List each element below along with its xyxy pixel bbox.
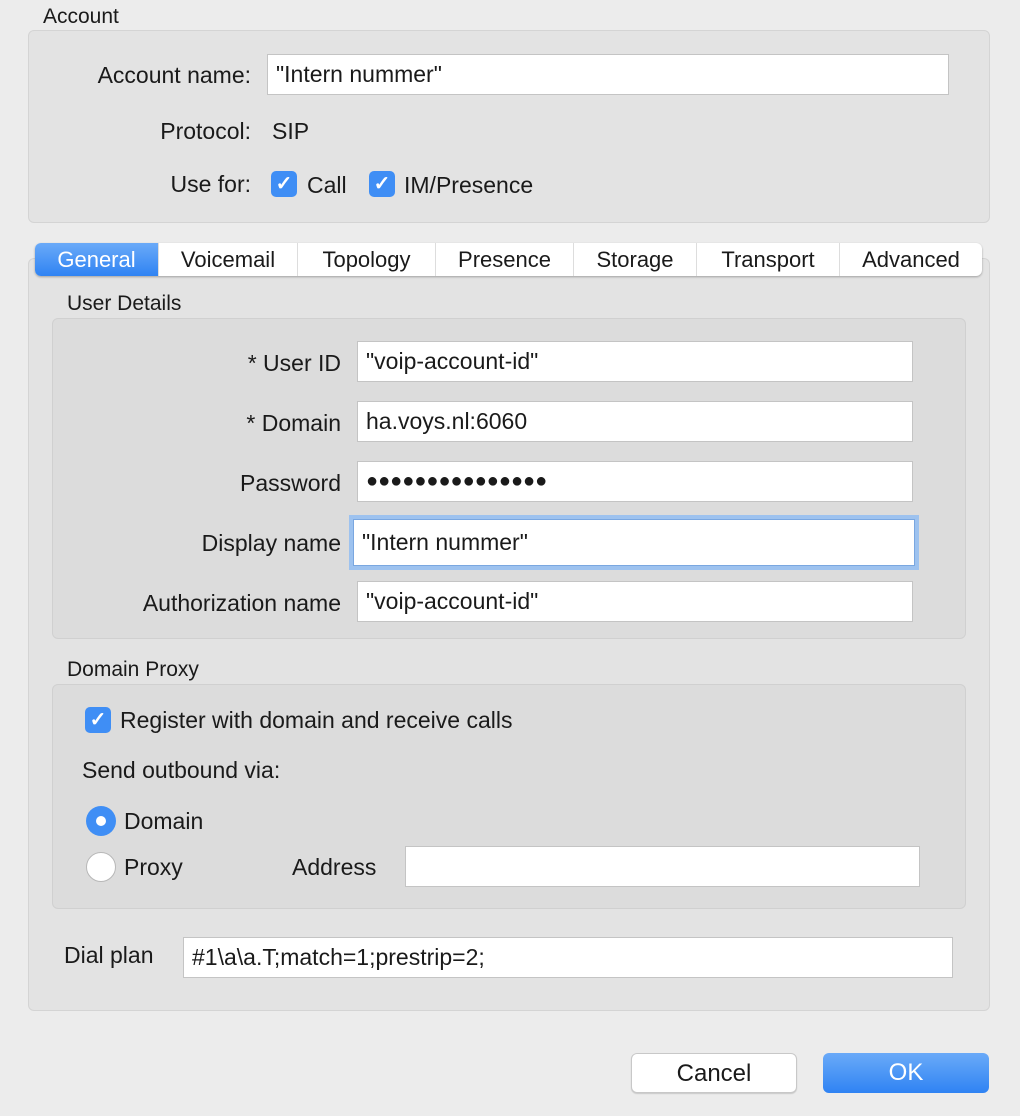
address-label: Address xyxy=(292,854,377,880)
dial-plan-label: Dial plan xyxy=(64,942,154,968)
display-name-input[interactable]: "Intern nummer" xyxy=(353,519,915,566)
domain-proxy-title: Domain Proxy xyxy=(67,658,199,681)
domain-radio-label: Domain xyxy=(124,808,204,834)
account-name-input[interactable]: "Intern nummer" xyxy=(267,54,949,95)
user-details-title: User Details xyxy=(67,292,182,315)
proxy-radio-label: Proxy xyxy=(124,854,183,880)
account-name-label: Account name: xyxy=(97,62,251,88)
im-presence-checkbox[interactable]: ✓ xyxy=(369,171,395,197)
im-presence-label: IM/Presence xyxy=(404,172,534,198)
account-section-title: Account xyxy=(43,5,119,28)
display-name-label: Display name xyxy=(201,530,341,556)
register-checkbox[interactable]: ✓ xyxy=(85,707,111,733)
authorization-name-input[interactable]: "voip-account-id" xyxy=(357,581,913,622)
password-input[interactable]: ●●●●●●●●●●●●●●● xyxy=(357,461,913,502)
send-outbound-label: Send outbound via: xyxy=(82,757,281,783)
authorization-name-label: Authorization name xyxy=(142,590,341,616)
ok-button[interactable]: OK xyxy=(823,1053,989,1093)
tab-general[interactable]: General xyxy=(35,243,159,276)
tab-transport[interactable]: Transport xyxy=(697,243,840,276)
tab-topology[interactable]: Topology xyxy=(298,243,436,276)
tab-advanced[interactable]: Advanced xyxy=(840,243,982,276)
domain-label: * Domain xyxy=(246,410,341,436)
tab-presence[interactable]: Presence xyxy=(436,243,574,276)
cancel-button[interactable]: Cancel xyxy=(631,1053,797,1093)
register-label: Register with domain and receive calls xyxy=(120,707,513,733)
call-checkbox[interactable]: ✓ xyxy=(271,171,297,197)
tab-bar: General Voicemail Topology Presence Stor… xyxy=(35,243,982,276)
call-label: Call xyxy=(307,172,347,198)
protocol-label: Protocol: xyxy=(160,118,251,144)
domain-radio[interactable] xyxy=(86,806,116,836)
domain-input[interactable]: ha.voys.nl:6060 xyxy=(357,401,913,442)
protocol-value: SIP xyxy=(272,118,310,144)
tab-voicemail[interactable]: Voicemail xyxy=(159,243,298,276)
dial-plan-input[interactable]: #1\a\a.T;match=1;prestrip=2; xyxy=(183,937,953,978)
address-input[interactable] xyxy=(405,846,920,887)
password-label: Password xyxy=(240,470,341,496)
tab-storage[interactable]: Storage xyxy=(574,243,697,276)
use-for-label: Use for: xyxy=(170,171,251,197)
user-id-label: * User ID xyxy=(247,350,341,376)
proxy-radio[interactable] xyxy=(86,852,116,882)
user-id-input[interactable]: "voip-account-id" xyxy=(357,341,913,382)
